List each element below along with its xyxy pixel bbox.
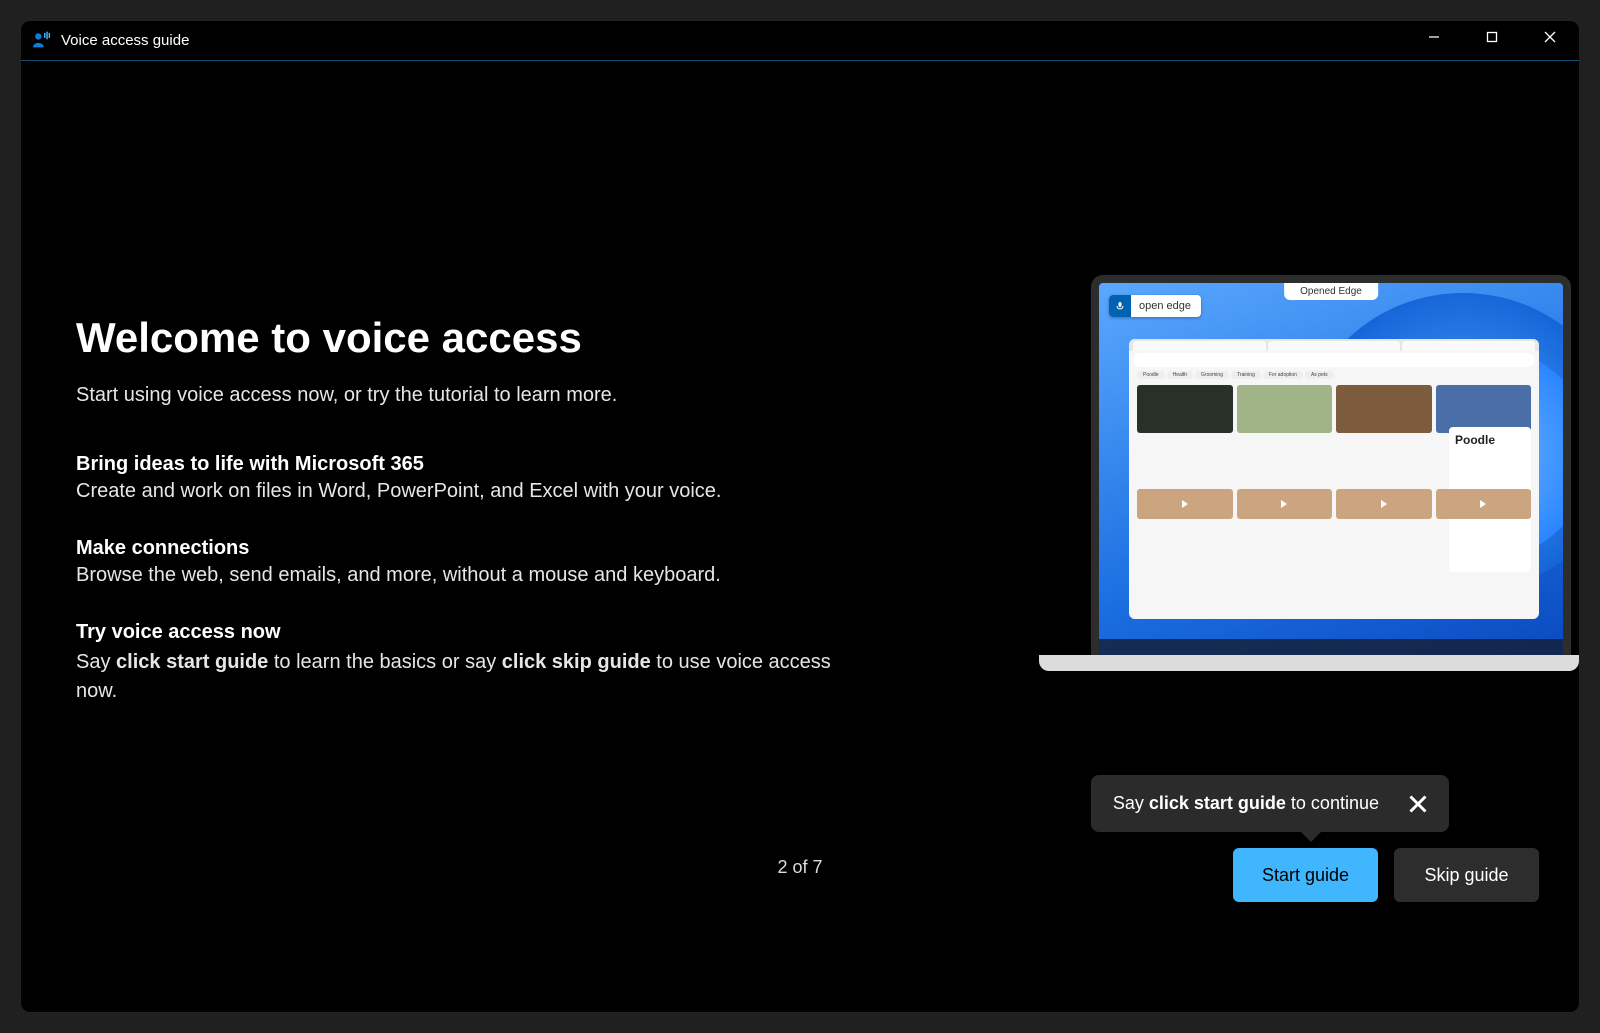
try-command: click start guide [116, 651, 268, 673]
taskbar-mock [1099, 639, 1563, 655]
maximize-button[interactable] [1463, 21, 1521, 53]
tooltip-text: Say click start guide to continue [1113, 793, 1379, 814]
voice-access-icon [31, 30, 53, 52]
skip-guide-button[interactable]: Skip guide [1394, 848, 1539, 902]
laptop-screen: Opened Edge open edge PoodleHealthGroomi… [1091, 275, 1571, 655]
hero-illustration: Opened Edge open edge PoodleHealthGroomi… [1039, 271, 1579, 671]
feature-body: Browse the web, send emails, and more, w… [76, 564, 876, 587]
window-controls [1405, 21, 1579, 60]
try-text: to learn the basics or say [268, 651, 501, 673]
tooltip-text-part: Say [1113, 793, 1149, 813]
page-indicator: 2 of 7 [777, 857, 822, 878]
feature-body: Create and work on files in Word, PowerP… [76, 480, 876, 503]
try-text: Say [76, 651, 116, 673]
start-guide-button[interactable]: Start guide [1233, 848, 1378, 902]
feature-heading: Make connections [76, 537, 876, 560]
try-heading: Try voice access now [76, 621, 876, 644]
action-buttons: Start guide Skip guide [1233, 848, 1539, 902]
titlebar-left: Voice access guide [31, 21, 189, 60]
page-title: Welcome to voice access [76, 314, 876, 362]
voice-command-badge: open edge [1109, 295, 1201, 317]
page-subtitle: Start using voice access now, or try the… [76, 384, 876, 407]
voice-command-text: open edge [1139, 300, 1201, 312]
tooltip-command: click start guide [1149, 793, 1286, 813]
browser-mock: PoodleHealthGroomingTrainingFor adoption… [1129, 339, 1539, 619]
hint-tooltip: Say click start guide to continue [1091, 775, 1449, 832]
titlebar: Voice access guide [21, 21, 1579, 61]
info-card-title: Poodle [1455, 433, 1525, 447]
text-column: Welcome to voice access Start using voic… [76, 314, 876, 706]
tooltip-text-part: to continue [1286, 793, 1379, 813]
minimize-button[interactable] [1405, 21, 1463, 53]
feature-heading: Bring ideas to life with Microsoft 365 [76, 453, 876, 476]
opened-edge-badge: Opened Edge [1284, 283, 1378, 300]
app-window: Voice access guide Welcome to voice acce… [20, 20, 1580, 1013]
try-instruction: Say click start guide to learn the basic… [76, 648, 876, 706]
tooltip-close-icon[interactable] [1409, 795, 1427, 813]
app-title: Voice access guide [61, 32, 189, 49]
laptop-base [1039, 655, 1579, 671]
microphone-icon [1109, 295, 1131, 317]
close-button[interactable] [1521, 21, 1579, 53]
try-command: click skip guide [502, 651, 651, 673]
content-area: Welcome to voice access Start using voic… [21, 61, 1579, 1012]
